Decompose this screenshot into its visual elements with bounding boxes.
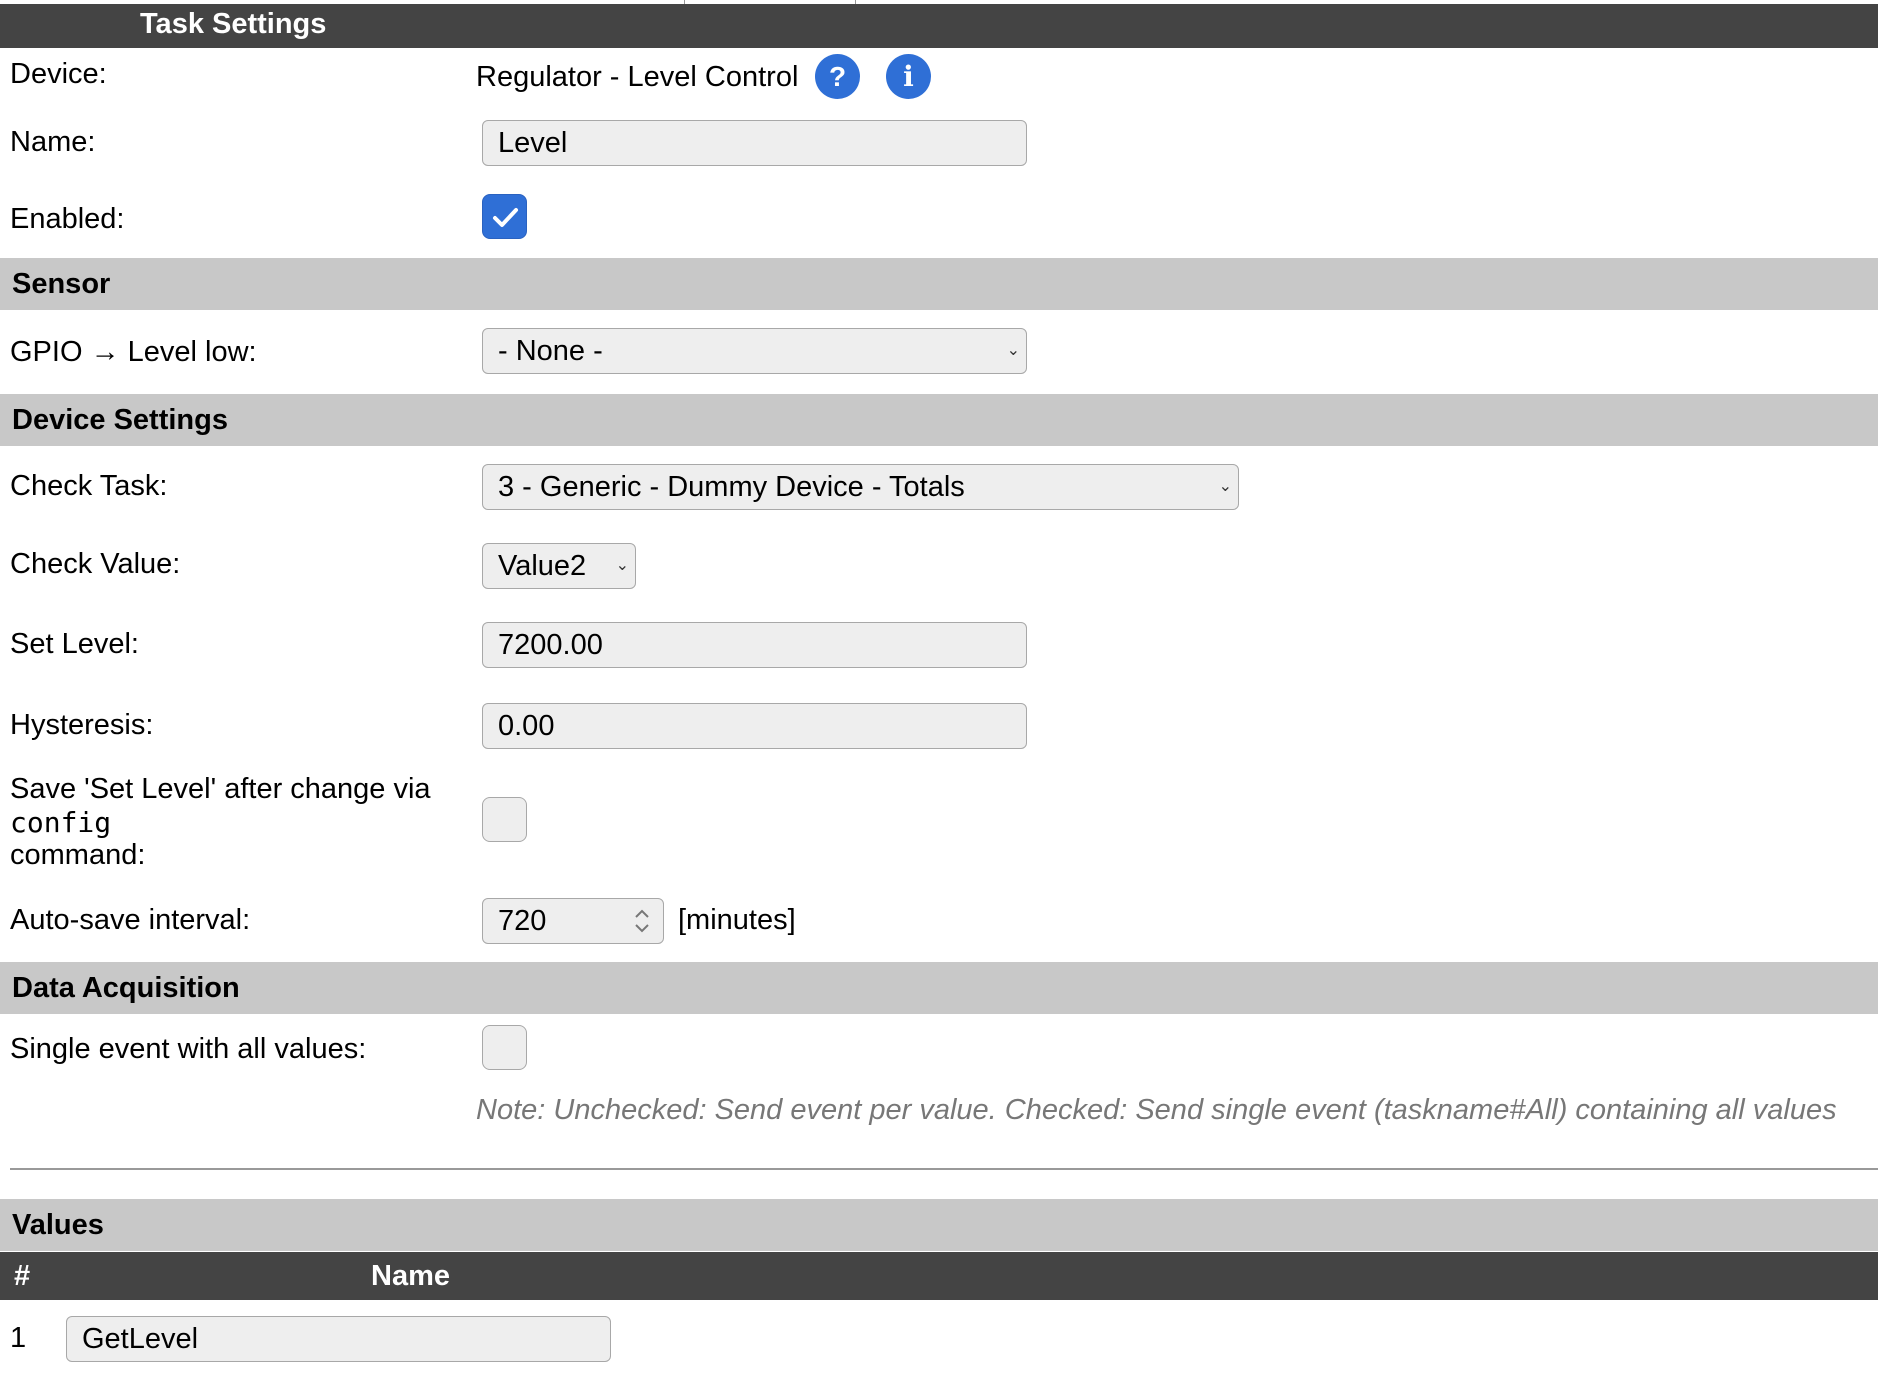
task-settings-title: Task Settings	[140, 8, 327, 40]
values-section-title: Values	[12, 1209, 104, 1241]
device-label: Device:	[10, 58, 107, 90]
device-settings-section-header: Device Settings	[0, 394, 1878, 446]
save-label-line3: command:	[10, 839, 146, 871]
name-input[interactable]	[482, 120, 1027, 166]
autosave-unit: [minutes]	[678, 904, 796, 936]
info-icon[interactable]: i	[886, 54, 931, 99]
autosave-interval-value: 720	[498, 905, 547, 937]
value-row-index: 1	[10, 1322, 27, 1354]
single-event-label: Single event with all values:	[10, 1033, 367, 1065]
check-value-select[interactable]: Value2 ⌄	[482, 543, 636, 589]
task-settings-header: Task Settings	[0, 4, 1878, 48]
save-set-level-label: Save 'Set Level' after change via config…	[10, 773, 431, 872]
help-icon-symbol: ?	[828, 61, 847, 92]
gpio-label: GPIO → Level low:	[10, 336, 257, 368]
gpio-select-value: - None -	[498, 335, 603, 367]
name-label: Name:	[10, 126, 96, 158]
spinner-arrows-icon[interactable]	[631, 905, 653, 937]
device-settings-section-title: Device Settings	[12, 404, 228, 436]
hysteresis-label: Hysteresis:	[10, 709, 154, 741]
task-settings-page: Task Settings Device: Regulator - Level …	[0, 0, 1878, 1384]
set-level-input[interactable]	[482, 622, 1027, 668]
save-set-level-checkbox[interactable]	[482, 797, 527, 842]
data-acquisition-section-header: Data Acquisition	[0, 962, 1878, 1014]
enabled-label: Enabled:	[10, 203, 125, 235]
check-task-label: Check Task:	[10, 470, 168, 502]
sensor-section-title: Sensor	[12, 268, 111, 300]
values-col-index: #	[14, 1260, 31, 1292]
chevron-down-icon: ⌄	[1218, 478, 1232, 495]
checkmark-icon	[493, 208, 518, 227]
check-task-select[interactable]: 3 - Generic - Dummy Device - Totals ⌄	[482, 464, 1239, 510]
check-task-select-value: 3 - Generic - Dummy Device - Totals	[498, 471, 965, 503]
check-value-select-value: Value2	[498, 550, 587, 582]
data-acquisition-section-title: Data Acquisition	[12, 972, 240, 1004]
device-value: Regulator - Level Control	[476, 61, 799, 93]
help-icon[interactable]: ?	[815, 54, 860, 99]
sensor-section-header: Sensor	[0, 258, 1878, 310]
autosave-interval-input[interactable]: 720	[482, 898, 664, 944]
check-value-label: Check Value:	[10, 548, 181, 580]
value-name-input[interactable]	[66, 1316, 611, 1362]
save-label-code: config	[10, 806, 112, 839]
values-col-name: Name	[371, 1260, 450, 1292]
chevron-down-icon: ⌄	[615, 557, 629, 574]
values-table-header: # Name	[0, 1252, 1878, 1300]
hysteresis-input[interactable]	[482, 703, 1027, 749]
single-event-note: Note: Unchecked: Send event per value. C…	[476, 1094, 1837, 1126]
chevron-down-icon: ⌄	[1006, 342, 1020, 359]
set-level-label: Set Level:	[10, 628, 139, 660]
enabled-checkbox[interactable]	[482, 194, 527, 239]
section-divider	[10, 1168, 1878, 1170]
values-section-header: Values	[0, 1199, 1878, 1251]
gpio-select[interactable]: - None - ⌄	[482, 328, 1027, 374]
info-icon-symbol: i	[903, 60, 914, 93]
autosave-interval-label: Auto-save interval:	[10, 904, 251, 936]
save-label-line1: Save 'Set Level' after change via	[10, 773, 431, 805]
single-event-checkbox[interactable]	[482, 1025, 527, 1070]
